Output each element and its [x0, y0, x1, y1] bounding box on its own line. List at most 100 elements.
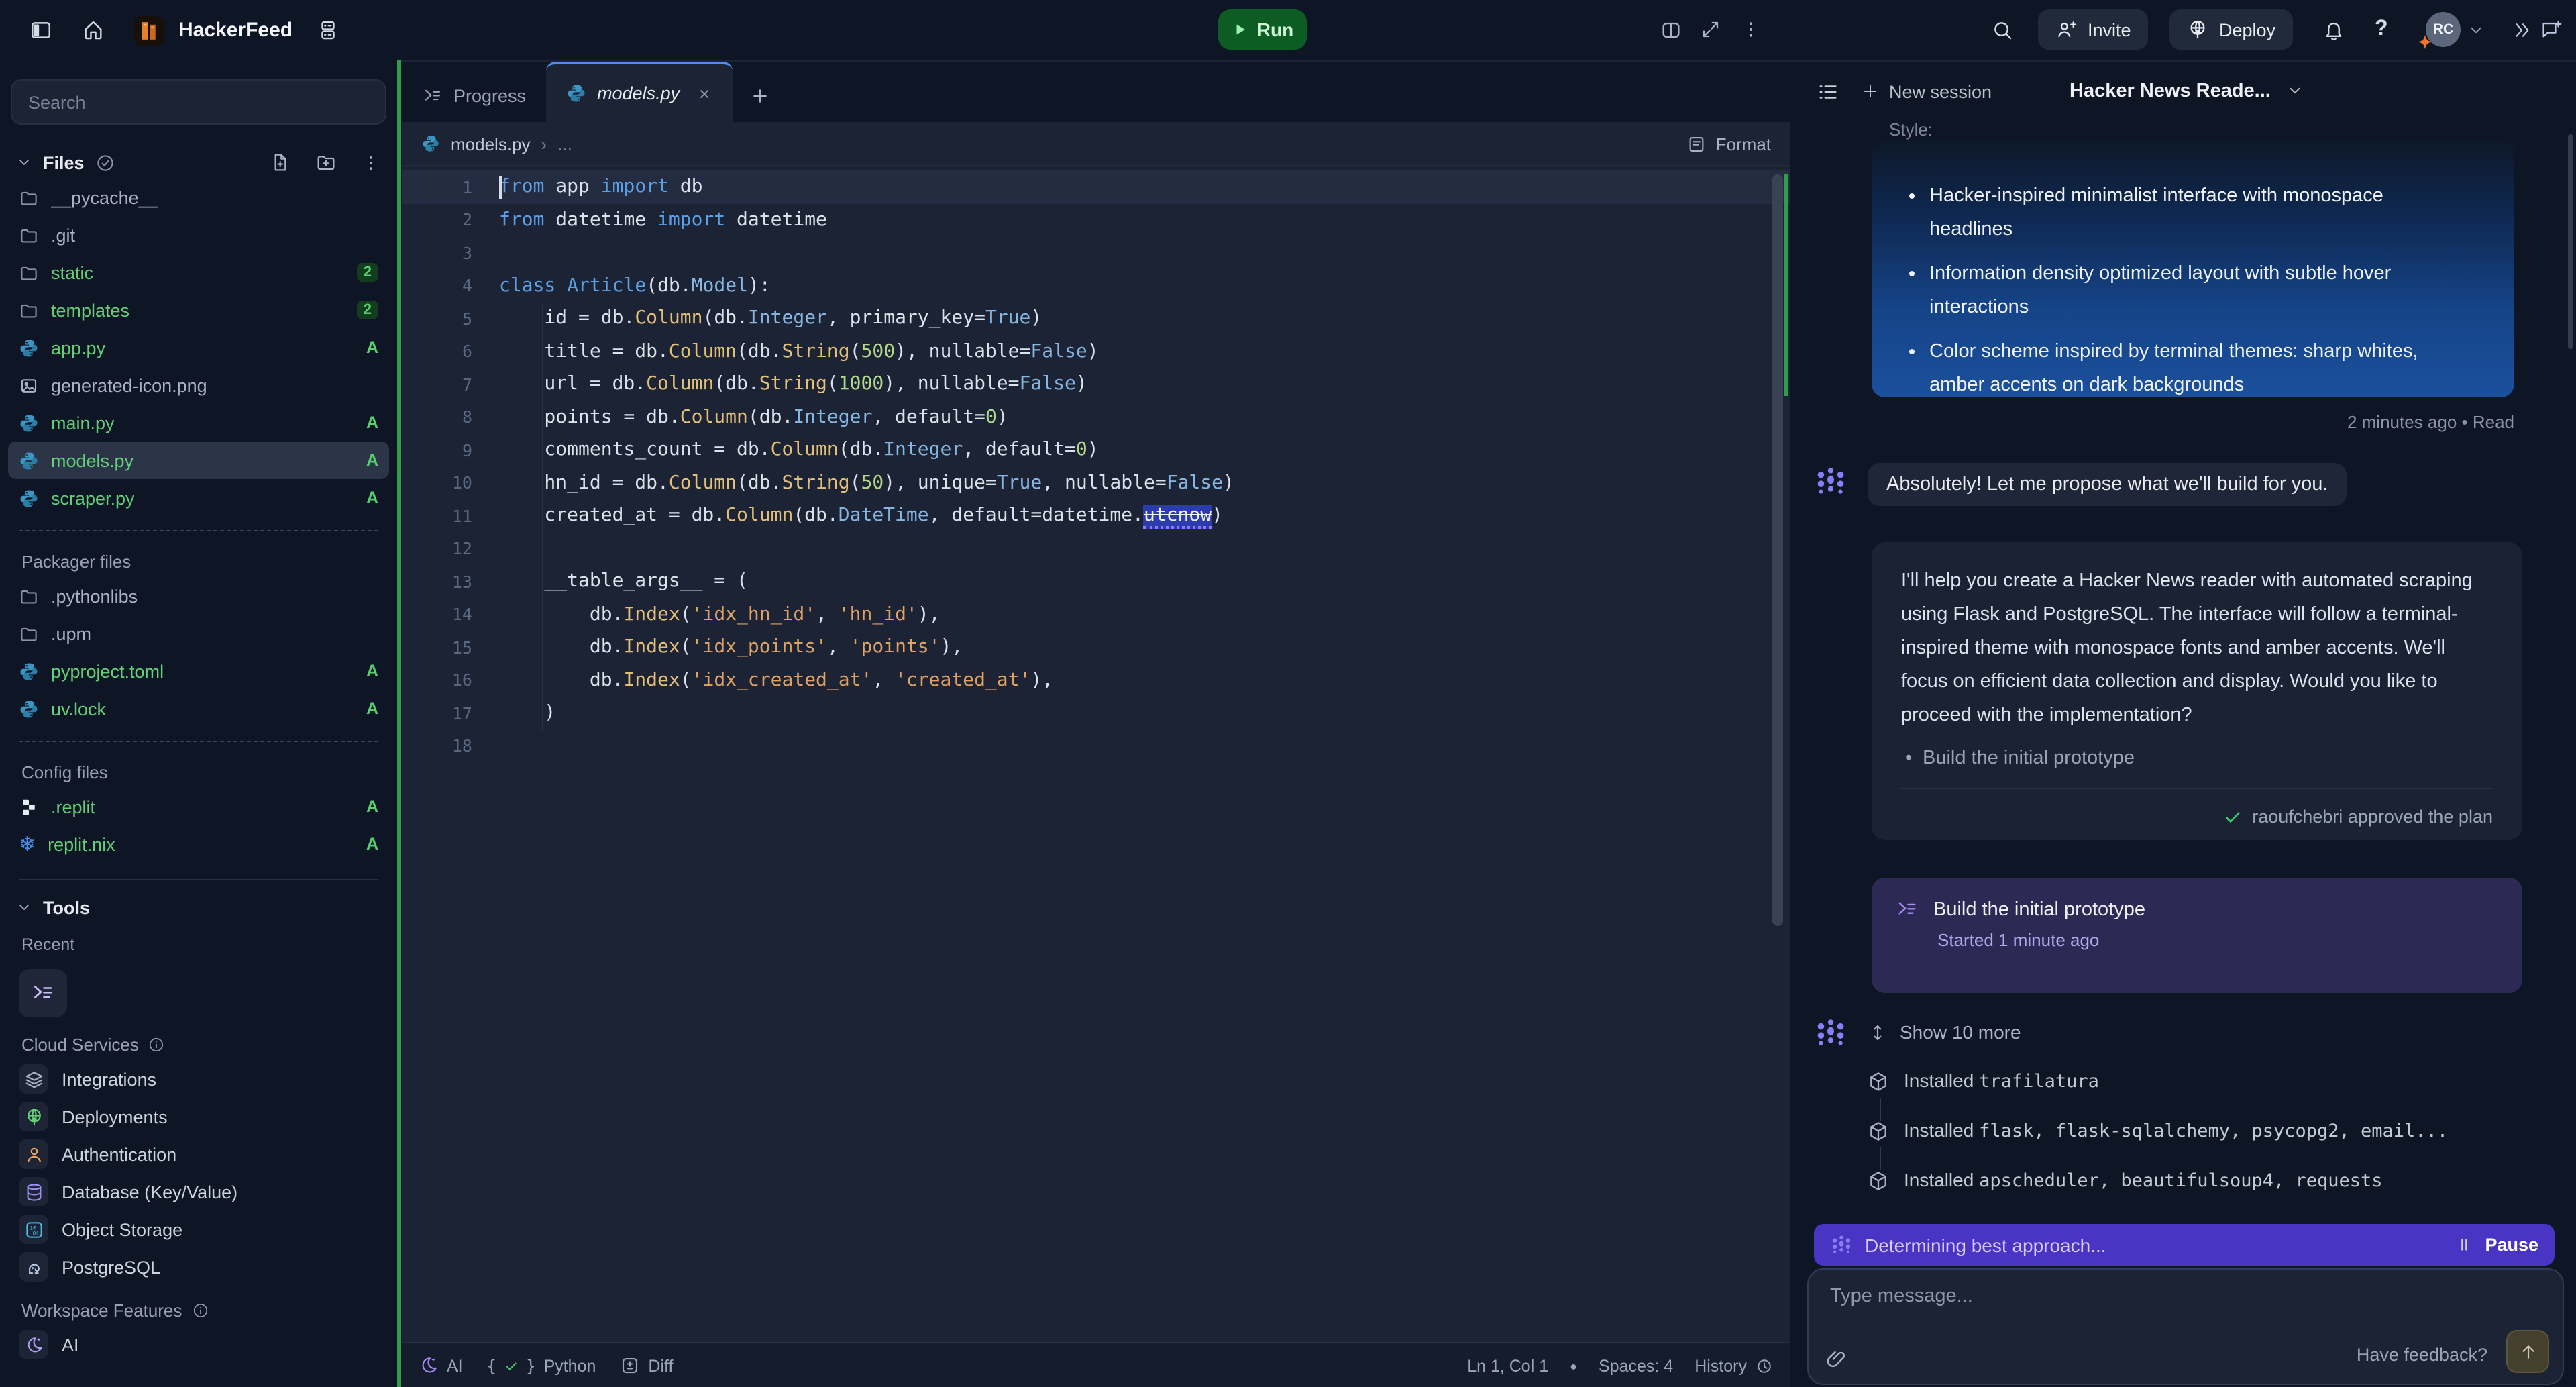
code-line-9[interactable]: 9 comments_count = db.Column(db.Integer,…	[402, 433, 1790, 466]
code-line-4[interactable]: 4class Article(db.Model):	[402, 269, 1790, 302]
topbar-search[interactable]	[1991, 9, 2014, 50]
divider	[1901, 788, 2493, 789]
task-title: Build the initial prototype	[1933, 898, 2145, 920]
server-stack-icon[interactable]	[317, 19, 339, 42]
feedback-link[interactable]: Have feedback?	[2357, 1345, 2487, 1365]
workspace-features-list: AI	[0, 1326, 397, 1364]
split-editor-icon[interactable]	[1660, 19, 1682, 42]
cursor-position[interactable]: Ln 1, Col 1	[1467, 1356, 1548, 1375]
code-line-13[interactable]: 13 __table_args__ = (	[402, 565, 1790, 598]
plan-meta[interactable]: 2 minutes ago • Read	[2347, 412, 2514, 432]
sidebar-item-deployments[interactable]: Deployments	[0, 1098, 397, 1135]
file-item-.pythonlibs[interactable]: .pythonlibs	[8, 577, 389, 615]
sidebar-item-database-key-value-[interactable]: Database (Key/Value)	[0, 1173, 397, 1211]
editor-menu-icon[interactable]	[1740, 19, 1762, 40]
code-editor[interactable]: 1from app import db2from datetime import…	[402, 166, 1790, 1346]
panel-left-icon[interactable]	[30, 19, 52, 42]
file-item-uv.lock[interactable]: uv.lockA	[8, 690, 389, 727]
agent-scrollbar[interactable]	[2568, 134, 2573, 349]
pause-button[interactable]: Pause	[2485, 1235, 2538, 1255]
new-session-button[interactable]: New session	[1861, 81, 1992, 101]
search-input[interactable]: Search	[11, 79, 386, 125]
statusbar-language[interactable]: {} Python	[487, 1356, 596, 1375]
file-item-.replit[interactable]: .replitA	[8, 788, 389, 825]
file-item-__pycache__[interactable]: __pycache__	[8, 178, 389, 216]
new-folder-icon[interactable]	[315, 152, 337, 173]
code-line-8[interactable]: 8 points = db.Column(db.Integer, default…	[402, 401, 1790, 433]
show-more-button[interactable]: Show 10 more	[1868, 1021, 2021, 1043]
code-line-18[interactable]: 18	[402, 729, 1790, 762]
file-item-templates[interactable]: templates2	[8, 291, 389, 329]
check-icon	[504, 1359, 518, 1372]
code-line-6[interactable]: 6 title = db.Column(db.String(500), null…	[402, 335, 1790, 368]
message-input[interactable]: Type message... Have feedback?	[1807, 1268, 2564, 1385]
sidebar-item-object-storage[interactable]: 1001Object Storage	[0, 1211, 397, 1248]
code-line-2[interactable]: 2from datetime import datetime	[402, 203, 1790, 236]
new-tab-button[interactable]	[732, 68, 787, 122]
file-item-static[interactable]: static2	[8, 254, 389, 291]
notifications-button[interactable]	[2322, 9, 2345, 50]
file-item-app.py[interactable]: app.pyA	[8, 329, 389, 366]
run-button[interactable]: Run	[1218, 9, 1307, 50]
history-button[interactable]: History	[1695, 1356, 1774, 1375]
file-item-.upm[interactable]: .upm	[8, 615, 389, 652]
breadcrumb-file[interactable]: models.py	[451, 134, 531, 154]
sidebar-item-postgresql[interactable]: PostgreSQL	[0, 1248, 397, 1286]
sessions-list-icon[interactable]	[1817, 80, 1839, 103]
recent-tool-console[interactable]	[19, 969, 67, 1017]
sidebar-item-authentication[interactable]: Authentication	[0, 1135, 397, 1173]
statusbar-diff[interactable]: Diff	[620, 1355, 673, 1376]
file-item-pyproject.toml[interactable]: pyproject.tomlA	[8, 652, 389, 690]
spaces-setting[interactable]: Spaces: 4	[1599, 1356, 1673, 1375]
added-badge: A	[366, 835, 378, 854]
file-item-generated-icon.png[interactable]: generated-icon.png	[8, 366, 389, 404]
help-button[interactable]: ?	[2375, 9, 2388, 50]
format-button[interactable]: Format	[1686, 134, 1771, 154]
tools-header[interactable]: Tools	[0, 888, 397, 926]
invite-button[interactable]: Invite	[2038, 9, 2149, 50]
file-sidebar: Search Files __pycache__.gitstatic2templ…	[0, 60, 397, 1387]
code-line-1[interactable]: 1from app import db	[402, 170, 1790, 203]
sidebar-item-ai[interactable]: AI	[0, 1326, 397, 1364]
python-icon	[421, 134, 440, 153]
home-icon[interactable]	[82, 19, 105, 42]
file-item-replit.nix[interactable]: ❄replit.nixA	[8, 825, 389, 863]
new-chat-button[interactable]	[2540, 9, 2563, 50]
code-line-10[interactable]: 10 hn_id = db.Column(db.String(50), uniq…	[402, 466, 1790, 499]
attach-icon[interactable]	[1825, 1347, 1847, 1370]
file-item-scraper.py[interactable]: scraper.pyA	[8, 479, 389, 517]
globe-deploy-icon	[2187, 19, 2208, 40]
chevron-down-icon[interactable]	[16, 154, 32, 170]
collapse-panel-button[interactable]	[2512, 9, 2532, 50]
breadcrumb-more[interactable]: ...	[557, 134, 572, 154]
code-line-14[interactable]: 14 db.Index('idx_hn_id', 'hn_id'),	[402, 598, 1790, 631]
file-item-.git[interactable]: .git	[8, 216, 389, 254]
file-item-models.py[interactable]: models.pyA	[8, 442, 389, 479]
code-line-16[interactable]: 16 db.Index('idx_created_at', 'created_a…	[402, 664, 1790, 697]
code-line-5[interactable]: 5 id = db.Column(db.Integer, primary_key…	[402, 302, 1790, 335]
chevron-down-icon[interactable]	[2467, 21, 2485, 38]
app-title: HackerFeed	[178, 19, 292, 42]
editor-scrollbar[interactable]	[1772, 174, 1783, 926]
task-card[interactable]: Build the initial prototype Started 1 mi…	[1872, 878, 2522, 993]
file-item-main.py[interactable]: main.pyA	[8, 404, 389, 442]
tab-models-py[interactable]: models.py	[546, 62, 732, 122]
code-line-11[interactable]: 11 created_at = db.Column(db.DateTime, d…	[402, 499, 1790, 532]
avatar[interactable]: RC ✦	[2426, 12, 2461, 47]
python-icon	[19, 413, 39, 433]
send-button[interactable]	[2506, 1330, 2549, 1373]
files-menu-icon[interactable]	[361, 152, 381, 172]
tab-progress[interactable]: Progress	[402, 68, 546, 122]
sidebar-item-integrations[interactable]: Integrations	[0, 1060, 397, 1098]
code-line-12[interactable]: 12	[402, 532, 1790, 565]
code-line-17[interactable]: 17 )	[402, 697, 1790, 729]
expand-editor-icon[interactable]	[1700, 19, 1721, 40]
new-file-icon[interactable]	[270, 152, 291, 173]
code-line-3[interactable]: 3	[402, 236, 1790, 269]
statusbar-ai[interactable]: AI	[419, 1355, 463, 1376]
divider	[19, 879, 378, 880]
deploy-button[interactable]: Deploy	[2169, 9, 2293, 50]
code-line-7[interactable]: 7 url = db.Column(db.String(1000), nulla…	[402, 368, 1790, 401]
code-line-15[interactable]: 15 db.Index('idx_points', 'points'),	[402, 631, 1790, 664]
close-tab-icon[interactable]	[696, 85, 712, 101]
